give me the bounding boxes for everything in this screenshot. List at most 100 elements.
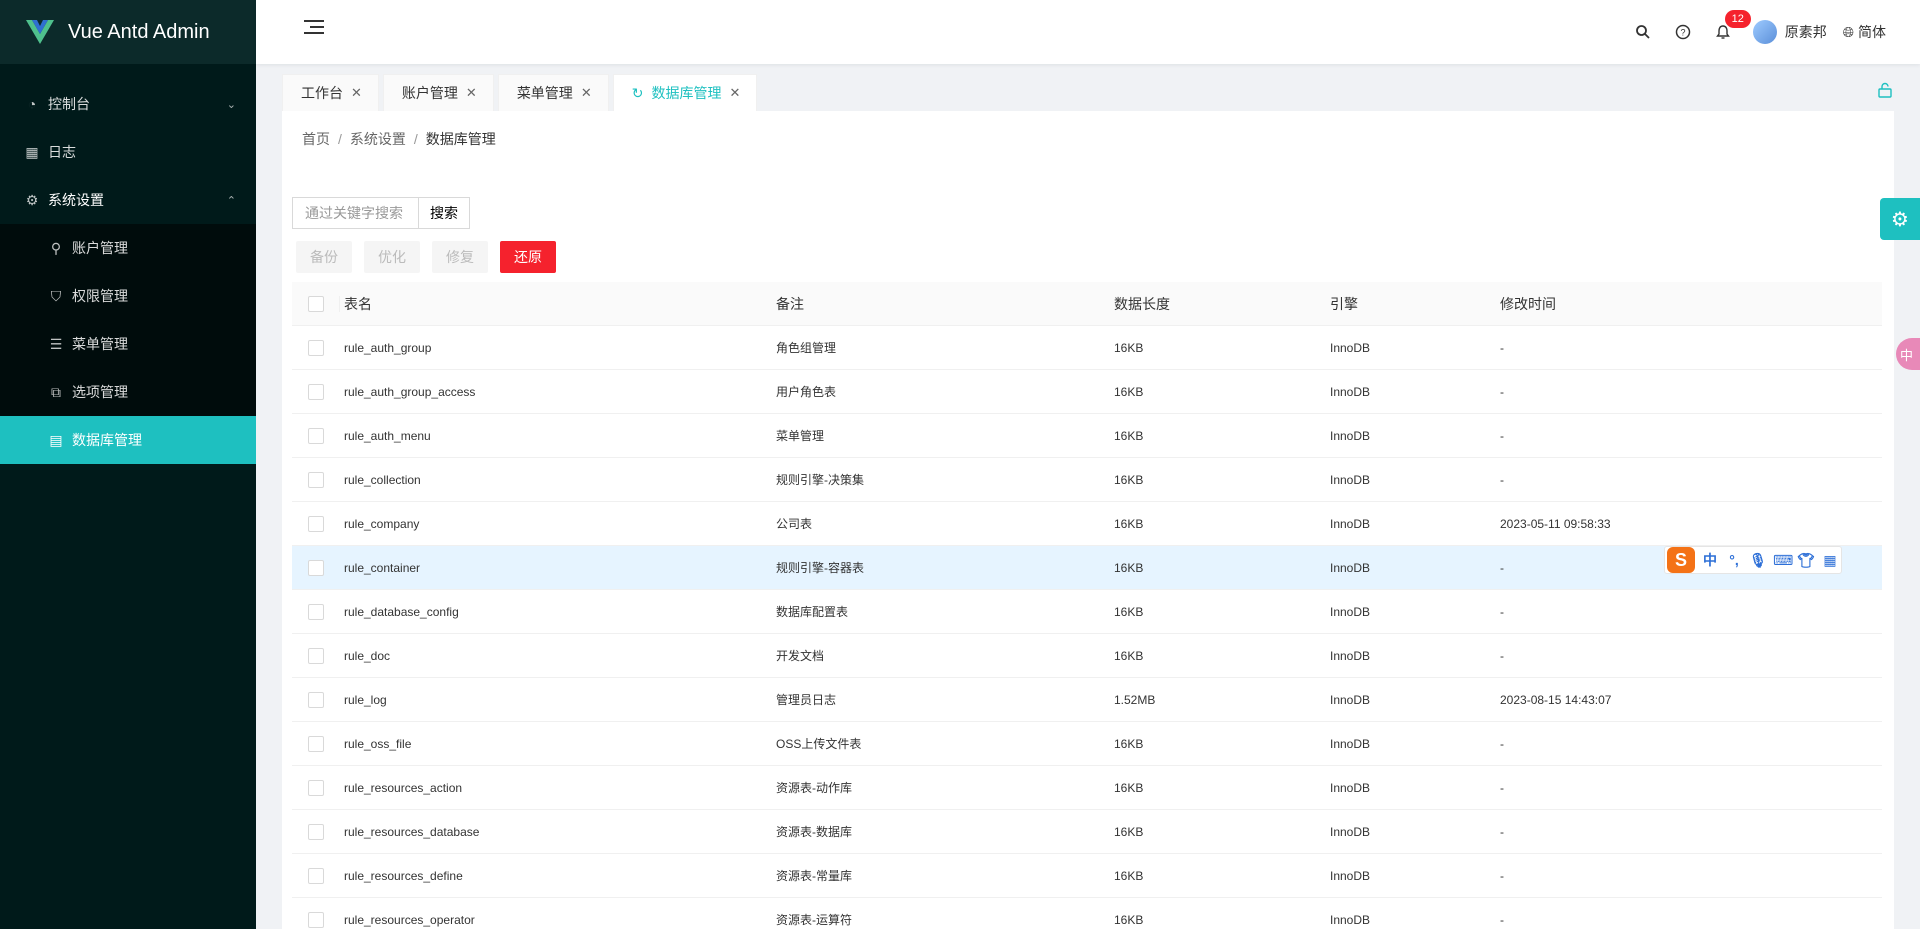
table-row[interactable]: rule_doc 开发文档 16KB InnoDB - — [292, 634, 1882, 678]
logo[interactable]: Vue Antd Admin — [0, 0, 256, 64]
sidebar-item-accounts[interactable]: ⚲ 账户管理 — [0, 224, 256, 272]
sidebar-item-logs[interactable]: ▦ 日志 — [0, 128, 256, 176]
reload-icon[interactable]: ↻ — [632, 85, 644, 102]
sidebar-item-system-settings[interactable]: ⚙ 系统设置 ⌃ — [0, 176, 256, 224]
restore-button[interactable]: 还原 — [500, 241, 556, 273]
user-menu[interactable]: 原素邦 — [1743, 0, 1837, 64]
row-checkbox[interactable] — [308, 911, 324, 928]
table-row[interactable]: rule_database_config 数据库配置表 16KB InnoDB - — [292, 590, 1882, 634]
cell-engine: InnoDB — [1330, 692, 1371, 707]
cell-table-name: rule_resources_define — [344, 868, 463, 883]
ime-mode-label[interactable]: 中 — [1701, 550, 1719, 570]
cell-engine: InnoDB — [1330, 604, 1371, 619]
help-icon[interactable]: ? — [1663, 0, 1703, 64]
apps-grid-icon[interactable]: ▦ — [1821, 552, 1839, 569]
skin-icon[interactable]: 👕︎ — [1797, 552, 1815, 569]
settings-drawer-button[interactable]: ⚙ — [1880, 198, 1920, 240]
tab-database[interactable]: ↻ 数据库管理 ✕ — [612, 74, 758, 111]
row-checkbox[interactable] — [308, 559, 324, 576]
search-button[interactable]: 搜索 — [418, 197, 470, 229]
table-row[interactable]: rule_resources_action 资源表-动作库 16KB InnoDB - — [292, 766, 1882, 810]
cell-note: 数据库配置表 — [776, 605, 849, 619]
table-row[interactable]: rule_auth_group_access 用户角色表 16KB InnoDB - — [292, 370, 1882, 414]
header-table-name[interactable]: 表名 — [340, 294, 776, 314]
notification-badge: 12 — [1724, 10, 1751, 28]
table-row[interactable]: rule_resources_database 资源表-数据库 16KB InnoDB… — [292, 810, 1882, 854]
optimize-button[interactable]: 优化 — [364, 241, 420, 273]
sidebar-item-dashboard[interactable]: ◔ 控制台 ⌄ — [0, 80, 256, 128]
database-panel: 通过关键字搜索 搜索 备份 优化 修复 还原 表名 备注 数据长度 引擎 修改时… — [282, 189, 1894, 929]
database-icon: ▤ — [49, 431, 63, 448]
menu-fold-icon[interactable] — [304, 20, 324, 40]
gear-icon: ⚙ — [25, 191, 39, 208]
header-data-size[interactable]: 数据长度 — [1114, 294, 1330, 314]
punctuation-icon[interactable]: °, — [1725, 552, 1743, 568]
cell-data-size: 16KB — [1114, 384, 1144, 399]
language-switch[interactable]: 🌐︎ 简体 — [1837, 22, 1892, 42]
app-title: Vue Antd Admin — [68, 20, 210, 43]
table-row[interactable]: rule_oss_file OSS上传文件表 16KB InnoDB - — [292, 722, 1882, 766]
tab-accounts[interactable]: 账户管理 ✕ — [382, 74, 494, 111]
close-icon[interactable]: ✕ — [581, 85, 592, 101]
repair-button[interactable]: 修复 — [432, 241, 488, 273]
row-checkbox[interactable] — [308, 867, 324, 884]
search-icon[interactable] — [1623, 0, 1663, 64]
tab-workbench[interactable]: 工作台 ✕ — [282, 74, 379, 111]
row-checkbox[interactable] — [308, 427, 324, 444]
row-checkbox[interactable] — [308, 603, 324, 620]
row-checkbox[interactable] — [308, 735, 324, 752]
row-select-cell — [292, 691, 340, 708]
table-row[interactable]: rule_log 管理员日志 1.52MB InnoDB 2023-08-15 14:4… — [292, 678, 1882, 722]
row-checkbox[interactable] — [308, 339, 324, 356]
breadcrumb-item-home[interactable]: 首页 — [302, 131, 330, 147]
chevron-up-icon: ⌃ — [226, 194, 236, 207]
table-row[interactable]: rule_resources_operator 资源表-运算符 16KB InnoDB… — [292, 898, 1882, 929]
header-modified[interactable]: 修改时间 — [1500, 294, 1882, 314]
table-row[interactable]: rule_auth_menu 菜单管理 16KB InnoDB - — [292, 414, 1882, 458]
cell-modified: - — [1500, 428, 1504, 443]
table-icon: ▦ — [25, 143, 39, 160]
close-icon[interactable]: ✕ — [729, 85, 740, 101]
table-row[interactable]: rule_company 公司表 16KB InnoDB 2023-05-11 09:5… — [292, 502, 1882, 546]
cell-engine: InnoDB — [1330, 648, 1371, 663]
tab-label: 工作台 — [301, 85, 343, 101]
sidebar-item-options[interactable]: ⧉ 选项管理 — [0, 368, 256, 416]
keyboard-icon[interactable]: ⌨ — [1773, 552, 1793, 569]
row-checkbox[interactable] — [308, 779, 324, 796]
row-checkbox[interactable] — [308, 471, 324, 488]
search-input[interactable]: 通过关键字搜索 — [292, 197, 418, 229]
select-all-checkbox[interactable] — [307, 295, 324, 312]
breadcrumb-item-settings[interactable]: 系统设置 — [350, 131, 406, 147]
row-select-cell — [292, 823, 340, 840]
bell-icon[interactable]: 12 — [1703, 0, 1751, 64]
sidebar-item-permissions[interactable]: ⛉ 权限管理 — [0, 272, 256, 320]
table-row[interactable]: rule_resources_define 资源表-常量库 16KB InnoDB - — [292, 854, 1882, 898]
cell-modified: - — [1500, 824, 1504, 839]
cell-note: 用户角色表 — [776, 385, 837, 399]
close-icon[interactable]: ✕ — [351, 85, 362, 101]
sidebar-item-menus[interactable]: ☰ 菜单管理 — [0, 320, 256, 368]
close-icon[interactable]: ✕ — [466, 85, 477, 101]
sidebar-item-label: 数据库管理 — [72, 432, 142, 448]
row-checkbox[interactable] — [308, 515, 324, 532]
row-checkbox[interactable] — [308, 647, 324, 664]
cell-engine: InnoDB — [1330, 516, 1371, 531]
table-row[interactable]: rule_auth_group 角色组管理 16KB InnoDB - — [292, 326, 1882, 370]
header-note[interactable]: 备注 — [776, 294, 1114, 314]
ime-side-tab[interactable]: 中 — [1896, 338, 1920, 370]
tab-menus[interactable]: 菜单管理 ✕ — [497, 74, 609, 111]
cell-engine: InnoDB — [1330, 824, 1371, 839]
sidebar-item-database[interactable]: ▤ 数据库管理 — [0, 416, 256, 464]
row-checkbox[interactable] — [308, 383, 324, 400]
ime-toolbar[interactable]: S 中 °, 🎙︎ ⌨ 👕︎ ▦ — [1664, 546, 1842, 574]
chevron-down-icon: ⌄ — [226, 98, 236, 111]
microphone-icon[interactable]: 🎙︎ — [1749, 552, 1767, 569]
unlock-icon[interactable] — [1878, 82, 1892, 101]
backup-button[interactable]: 备份 — [296, 241, 352, 273]
header-engine[interactable]: 引擎 — [1330, 294, 1500, 314]
table-row[interactable]: rule_collection 规则引擎-决策集 16KB InnoDB - — [292, 458, 1882, 502]
table-row[interactable]: rule_container 规则引擎-容器表 16KB InnoDB - — [292, 546, 1882, 590]
row-checkbox[interactable] — [308, 691, 324, 708]
row-checkbox[interactable] — [308, 823, 324, 840]
cell-engine: InnoDB — [1330, 340, 1371, 355]
